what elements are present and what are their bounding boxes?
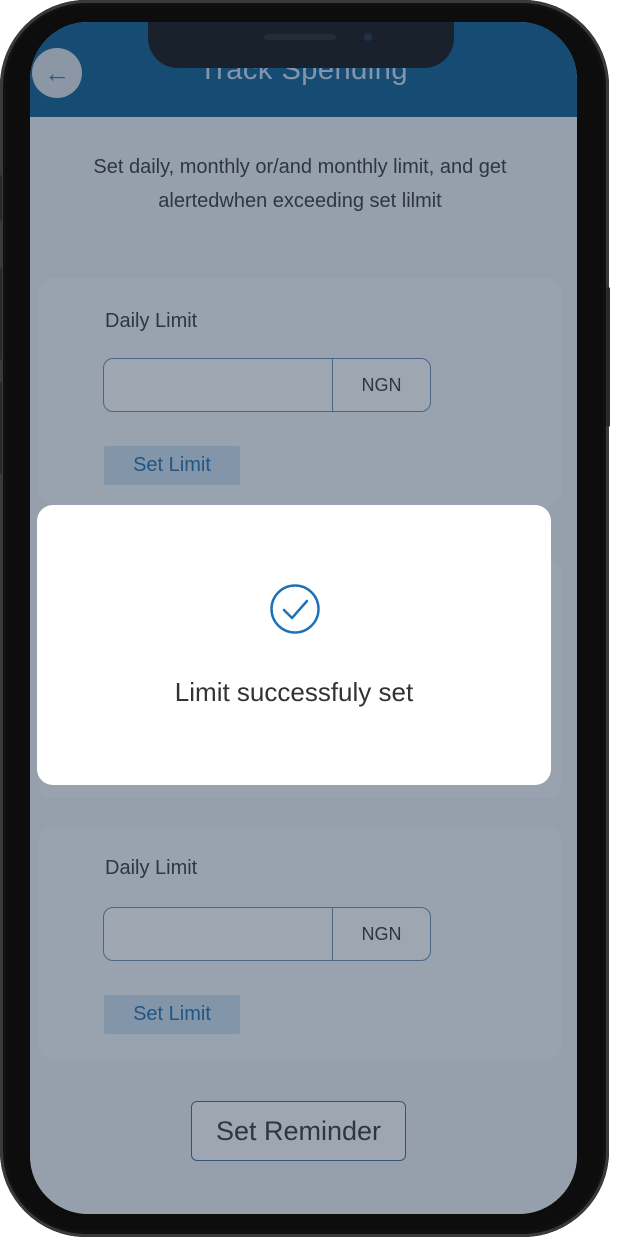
side-button (606, 287, 610, 427)
side-button (0, 175, 2, 221)
app-screen: ← Track Spending Set daily, monthly or/a… (30, 22, 577, 1214)
side-button (0, 268, 2, 360)
side-button (0, 382, 2, 474)
phone-frame: ← Track Spending Set daily, monthly or/a… (0, 0, 610, 1237)
modal-message: Limit successfuly set (174, 677, 414, 707)
success-modal: Limit successfuly set (37, 505, 551, 785)
check-circle-icon (270, 584, 320, 634)
